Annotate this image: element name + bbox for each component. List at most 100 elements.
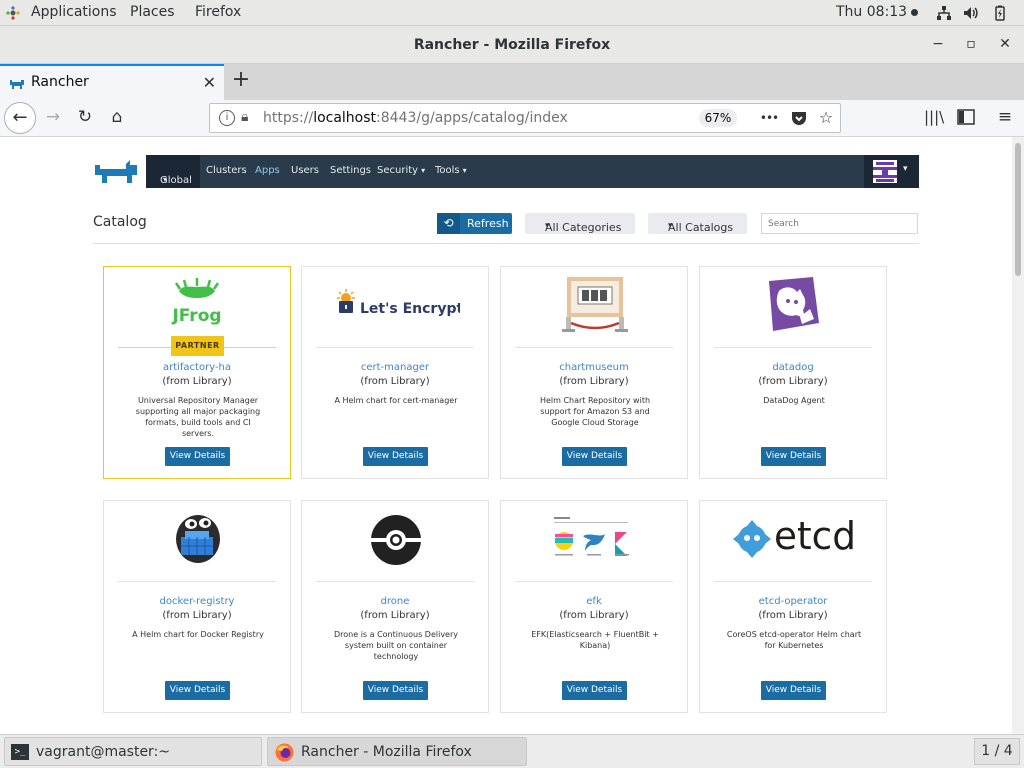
catalog-card-chartmuseum[interactable]: chartmuseum (from Library) Helm Chart Re… <box>500 266 688 479</box>
app-name-link[interactable]: etcd-operator <box>700 596 886 607</box>
app-name-link[interactable]: cert-manager <box>302 362 488 373</box>
app-name-link[interactable]: datadog <box>700 362 886 373</box>
card-divider <box>714 581 872 582</box>
app-name-link[interactable]: drone <box>302 596 488 607</box>
app-name-link[interactable]: efk <box>501 596 687 607</box>
nav-security[interactable]: Security ▾ <box>377 165 425 176</box>
view-details-button[interactable]: View Details <box>562 681 627 700</box>
reload-button[interactable]: ↻ <box>75 107 95 127</box>
drone-logo-icon <box>302 501 490 579</box>
refresh-icon: ⟲ <box>437 213 460 234</box>
nav-settings[interactable]: Settings <box>330 165 371 176</box>
app-description: A Helm chart for cert-manager <box>334 396 458 405</box>
bookmark-star-icon[interactable]: ☆ <box>816 108 836 128</box>
url-text[interactable]: https://localhost:8443/g/apps/catalog/in… <box>263 110 568 126</box>
app-source: (from Library) <box>360 610 430 621</box>
hamburger-menu-icon[interactable]: ≡ <box>995 107 1015 127</box>
datadog-logo-icon <box>700 267 888 345</box>
tab-title: Rancher <box>31 74 89 90</box>
catalog-card-efk[interactable]: efk (from Library) EFK(Elasticsearch + F… <box>500 500 688 713</box>
sidebar-icon[interactable] <box>956 107 976 127</box>
clock[interactable]: Thu 08:13 <box>836 4 919 20</box>
zoom-indicator[interactable]: 67% <box>699 109 737 127</box>
catalogs-dropdown[interactable]: All Catalogs ▾ <box>648 213 747 234</box>
divider <box>93 243 919 244</box>
catalog-card-docker-registry[interactable]: docker-registry (from Library) A Helm ch… <box>103 500 291 713</box>
home-button[interactable]: ⌂ <box>107 107 127 127</box>
network-icon[interactable] <box>936 5 952 21</box>
card-divider <box>316 581 474 582</box>
chevron-down-icon: ▾ <box>668 221 673 231</box>
catalog-card-artifactory-ha[interactable]: JFrog PARTNER artifactory-ha (from Libra… <box>103 266 291 479</box>
back-button[interactable]: ← <box>4 102 36 134</box>
site-info-icon[interactable]: i <box>219 110 235 126</box>
view-details-button[interactable]: View Details <box>761 447 826 466</box>
app-description: DataDog Agent <box>763 396 825 405</box>
user-menu[interactable]: ▾ <box>864 155 919 188</box>
svg-text:etcd: etcd <box>774 515 856 558</box>
app-source: (from Library) <box>360 376 430 387</box>
view-details-button[interactable]: View Details <box>165 447 230 466</box>
app-source: (from Library) <box>162 376 232 387</box>
view-details-button[interactable]: View Details <box>562 447 627 466</box>
tab-strip: Rancher ✕ + <box>0 64 1024 100</box>
card-divider <box>714 347 872 348</box>
nav-apps[interactable]: Apps <box>255 165 280 176</box>
window-title: Rancher - Mozilla Firefox <box>413 37 611 53</box>
rancher-logo-icon[interactable] <box>93 157 139 185</box>
applications-menu[interactable]: Applications <box>31 4 117 20</box>
view-details-button[interactable]: View Details <box>761 681 826 700</box>
url-bar[interactable]: i 🔒︎ https://localhost:8443/g/apps/catal… <box>209 103 841 133</box>
refresh-button[interactable]: ⟲ Refresh <box>437 213 512 234</box>
nav-users[interactable]: Users <box>291 165 319 176</box>
card-divider <box>118 581 276 582</box>
page-scrollbar[interactable] <box>1012 137 1024 734</box>
volume-icon[interactable] <box>963 5 979 21</box>
tab-rancher[interactable]: Rancher ✕ <box>0 64 224 100</box>
view-details-button[interactable]: View Details <box>363 681 428 700</box>
page-actions-icon[interactable]: ••• <box>759 108 779 128</box>
card-divider <box>515 347 673 348</box>
view-details-button[interactable]: View Details <box>363 447 428 466</box>
catalog-card-drone[interactable]: drone (from Library) Drone is a Continuo… <box>301 500 489 713</box>
pocket-icon[interactable] <box>789 108 809 128</box>
svg-text:Let's Encrypt: Let's Encrypt <box>360 301 460 317</box>
nav-clusters[interactable]: Clusters <box>206 165 247 176</box>
app-description: Universal Repository Manager supporting … <box>135 396 261 438</box>
forward-button[interactable]: → <box>43 107 63 127</box>
firefox-icon <box>275 743 294 762</box>
app-name-link[interactable]: artifactory-ha <box>104 362 290 373</box>
catalog-card-etcd-operator[interactable]: etcd etcd-operator (from Library) CoreOS… <box>699 500 887 713</box>
search-input[interactable] <box>761 213 918 234</box>
user-avatar-icon <box>873 160 897 183</box>
app-description: A Helm chart for Docker Registry <box>132 630 264 639</box>
nav-tools[interactable]: Tools ▾ <box>435 165 467 176</box>
library-icon[interactable]: |||\ <box>924 107 944 127</box>
chevron-down-icon: ▾ <box>421 166 426 175</box>
workspace-switcher[interactable]: 1 / 4 <box>974 738 1020 765</box>
app-source: (from Library) <box>758 610 828 621</box>
catalog-card-cert-manager[interactable]: Let's Encrypt cert-manager (from Library… <box>301 266 489 479</box>
places-menu[interactable]: Places <box>130 4 175 20</box>
firefox-menu[interactable]: Firefox <box>195 4 241 20</box>
taskbar-terminal[interactable]: >_ vagrant@master:~ <box>4 737 262 766</box>
categories-dropdown[interactable]: All Categories ▾ <box>525 213 635 234</box>
minimize-button[interactable]: − <box>929 36 947 54</box>
close-window-button[interactable]: ✕ <box>996 36 1014 54</box>
new-tab-button[interactable]: + <box>230 68 252 92</box>
app-name-link[interactable]: docker-registry <box>104 596 290 607</box>
catalog-card-datadog[interactable]: datadog (from Library) DataDog Agent Vie… <box>699 266 887 479</box>
jfrog-logo-icon: JFrog <box>104 267 292 345</box>
close-tab-icon[interactable]: ✕ <box>203 73 216 92</box>
notification-dot-icon <box>911 8 919 16</box>
taskbar-firefox[interactable]: Rancher - Mozilla Firefox <box>267 737 527 766</box>
app-name-link[interactable]: chartmuseum <box>501 362 687 373</box>
battery-icon[interactable] <box>992 5 1008 21</box>
page-content: Global ▾ Clusters Apps Users Settings Sec… <box>0 137 1012 734</box>
scrollbar-thumb[interactable] <box>1015 143 1021 276</box>
view-details-button[interactable]: View Details <box>165 681 230 700</box>
nav-global[interactable]: Global ▾ <box>146 155 200 188</box>
maximize-button[interactable]: ▫ <box>962 36 980 54</box>
insecure-lock-icon[interactable]: 🔒︎ <box>241 109 248 125</box>
rancher-favicon-icon <box>10 80 24 89</box>
